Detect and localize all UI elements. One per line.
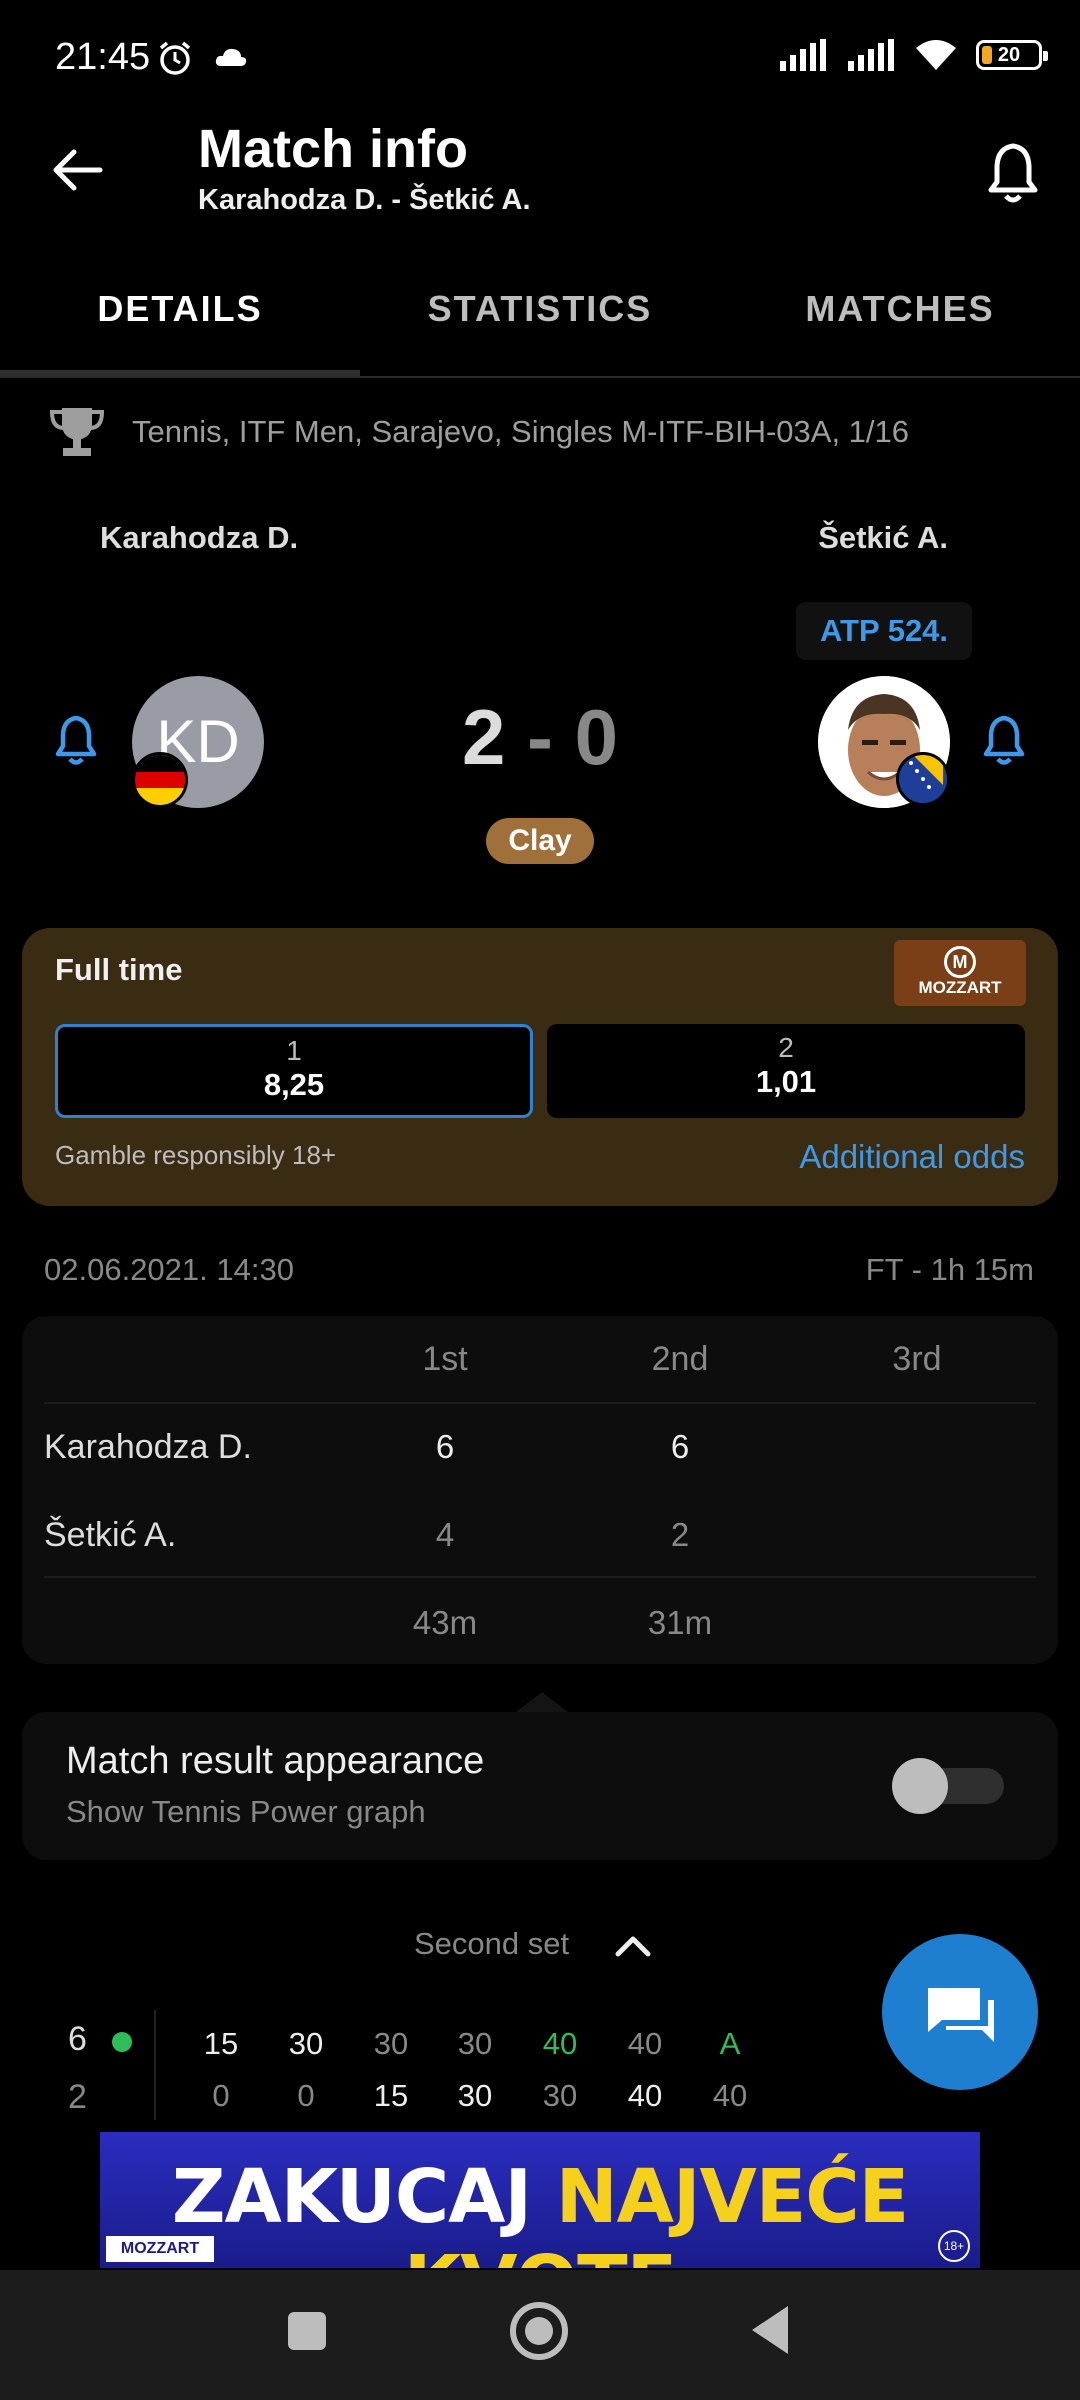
odd-label: 2 — [778, 1032, 794, 1063]
table-divider — [44, 1402, 1036, 1404]
gamble-disclaimer: Gamble responsibly 18+ — [55, 1140, 337, 1170]
tab-matches[interactable]: MATCHES — [720, 258, 1080, 376]
pbp-top-6: 40 — [627, 2026, 663, 2061]
tournament-info[interactable]: Tennis, ITF Men, Sarajevo, Singles M-ITF… — [132, 414, 909, 450]
ad-age-badge: 18+ — [938, 2230, 970, 2262]
p2-set1: 4 — [435, 1516, 455, 1553]
table-divider — [44, 1576, 1036, 1578]
chat-fab-button[interactable] — [882, 1934, 1038, 2090]
p1-set1: 6 — [435, 1428, 455, 1465]
chevron-up-icon[interactable] — [612, 1930, 654, 1960]
cloud-icon — [215, 48, 247, 66]
recents-button[interactable] — [288, 2312, 326, 2350]
set-header-3: 3rd — [892, 1340, 942, 1378]
alarm-icon — [159, 41, 191, 75]
pbp-top-3: 30 — [373, 2026, 409, 2061]
set-header-1: 1st — [422, 1340, 468, 1378]
pbp-divider — [154, 2010, 156, 2120]
match-datetime: 02.06.2021. 14:30 — [44, 1252, 294, 1287]
toggle-knob[interactable] — [892, 1758, 948, 1814]
germany-flag-icon — [132, 752, 188, 808]
status-right: 20 — [778, 38, 1048, 72]
game-score-bottom: 2 — [68, 2078, 87, 2116]
pbp-bottom-6: 40 — [627, 2078, 663, 2113]
ad-text-white: ZAKUCAJ — [171, 2154, 532, 2240]
atp-ranking-badge: ATP 524. — [796, 602, 972, 660]
status-icons — [155, 38, 251, 78]
ad-banner[interactable]: ZAKUCAJ NAJVEĆE KVOTE MOZZART 18+ — [100, 2132, 980, 2268]
status-time: 21:45 — [55, 36, 151, 78]
bosnia-flag-icon — [896, 752, 950, 806]
odd-button-home[interactable]: 1 8,25 — [55, 1024, 533, 1118]
trophy-icon — [49, 408, 105, 456]
odd-value: 8,25 — [263, 1067, 325, 1102]
serving-indicator — [112, 2032, 132, 2052]
set1-duration: 43m — [412, 1604, 478, 1641]
system-back-button[interactable] — [752, 2306, 788, 2354]
table-row-player1: Karahodza D. — [44, 1428, 252, 1466]
set2-duration: 31m — [647, 1604, 713, 1641]
ad-brand-logo: MOZZART — [106, 2236, 214, 2262]
ad-headline: ZAKUCAJ NAJVEĆE KVOTE — [100, 2154, 980, 2268]
pbp-top-7: A — [719, 2026, 741, 2061]
pbp-bottom-3: 15 — [373, 2078, 409, 2113]
chat-icon — [928, 1988, 994, 2042]
table-row-player2: Šetkić A. — [44, 1516, 177, 1554]
wifi-icon — [916, 40, 956, 70]
bookmaker-logo[interactable]: M MOZZART — [894, 940, 1026, 1006]
bookmaker-name: MOZZART — [918, 978, 1002, 997]
away-score: 0 — [574, 693, 619, 781]
score-separator: - — [527, 693, 553, 781]
pbp-bottom-4: 30 — [457, 2078, 493, 2113]
signal-icon — [780, 39, 826, 71]
match-score: 2 - 0 — [420, 692, 660, 783]
pbp-top-1: 15 — [203, 2026, 239, 2061]
home-score: 2 — [461, 693, 506, 781]
pbp-bottom-5: 30 — [542, 2078, 578, 2113]
odds-title: Full time — [55, 952, 183, 987]
result-appearance-title: Match result appearance — [66, 1740, 485, 1782]
tab-details[interactable]: DETAILS — [0, 258, 360, 376]
pbp-bottom-2: 0 — [297, 2078, 315, 2113]
page-subtitle: Karahodza D. - Šetkić A. — [198, 184, 531, 216]
odd-value: 1,01 — [755, 1064, 817, 1099]
pbp-bottom-1: 0 — [212, 2078, 230, 2113]
mozzart-m-icon: M — [944, 946, 976, 978]
tab-statistics[interactable]: STATISTICS — [360, 258, 720, 376]
player2-bell-icon[interactable] — [976, 712, 1032, 768]
p2-set2: 2 — [670, 1516, 690, 1553]
set-header-2: 2nd — [651, 1340, 709, 1378]
notification-bell-icon[interactable] — [978, 138, 1048, 208]
pbp-bottom-7: 40 — [712, 2078, 748, 2113]
player1-name[interactable]: Karahodza D. — [100, 520, 298, 556]
battery-level: 20 — [997, 43, 1021, 66]
tab-bar: DETAILS STATISTICS MATCHES — [0, 258, 1080, 378]
game-score-top: 6 — [68, 2020, 87, 2058]
odd-button-away[interactable]: 2 1,01 — [547, 1024, 1025, 1118]
battery-icon: 20 — [976, 40, 1048, 70]
home-button[interactable] — [510, 2302, 568, 2360]
pbp-top-5: 40 — [542, 2026, 578, 2061]
set-selector[interactable]: Second set — [414, 1926, 569, 1962]
page-title: Match info — [198, 119, 468, 179]
match-duration: FT - 1h 15m — [865, 1252, 1034, 1287]
player2-name[interactable]: Šetkić A. — [818, 520, 948, 556]
additional-odds-link[interactable]: Additional odds — [799, 1138, 1025, 1176]
card-pointer — [516, 1692, 568, 1712]
player1-bell-icon[interactable] — [48, 712, 104, 768]
signal-icon-2 — [848, 39, 894, 71]
pbp-top-2: 30 — [288, 2026, 324, 2061]
p1-set2: 6 — [670, 1428, 690, 1465]
result-appearance-subtitle: Show Tennis Power graph — [66, 1794, 426, 1829]
tab-indicator — [0, 370, 360, 376]
odd-label: 1 — [286, 1035, 302, 1066]
back-arrow-icon[interactable] — [48, 140, 108, 200]
surface-badge: Clay — [486, 818, 594, 864]
pbp-top-4: 30 — [457, 2026, 493, 2061]
